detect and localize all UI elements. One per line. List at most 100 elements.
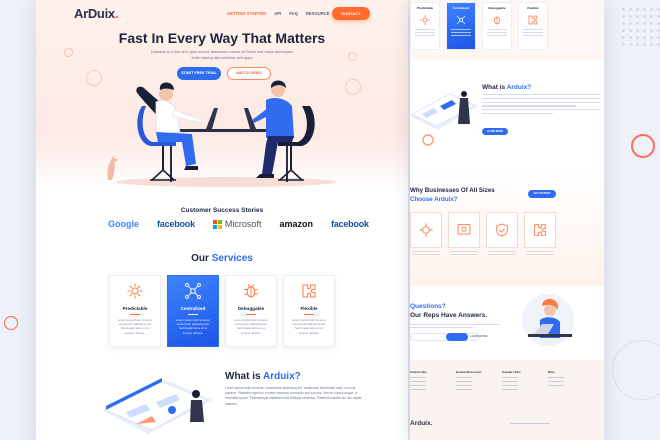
get-started-button[interactable]: GET STARTED [528,190,556,198]
footer-col-heading: Popular Links [502,370,521,374]
footer-logo[interactable]: Arduix. [410,420,432,427]
bug-icon [244,283,258,298]
nav-item-getting-started[interactable]: GETTING STARTED [227,11,266,16]
service-card-debuggable[interactable]: Debuggable [482,2,512,50]
what-title-accent: Arduix? [262,371,301,382]
service-card-centralized[interactable]: Centralized Lorem ipsum dolor sit amet, … [167,275,219,347]
placeholder-text [487,29,507,36]
customer-logos: Google facebook Microsoft amazon faceboo… [108,219,369,229]
landing-page-left: ArDuix. GETTING STARTED API FAQ RESOURCE… [36,0,408,440]
service-card-title: Flexible [527,6,539,10]
dashboard-illustration [102,378,212,434]
why-title-accent: Choose Arduix? [410,196,458,203]
questions-line2: Our Reps Have Answers. [410,312,488,319]
service-card-desc: Lorem ipsum dolor sit amet, consectetur … [117,318,153,335]
why-title-line1: Why Businesses Of All Sizes [410,187,495,194]
dashboard-illustration [410,91,478,146]
nav-item-api[interactable]: API [274,11,281,16]
service-card-title: Centralized [180,306,206,311]
microsoft-logo-text: Microsoft [224,219,262,229]
services-cards: Predictable Lorem ipsum dolor sit amet, … [109,275,335,347]
gear-icon [420,15,430,25]
placeholder-text [523,29,543,36]
puzzle-icon [528,15,538,25]
bug-icon [494,16,500,25]
why-feature-item [448,212,480,255]
main-nav: GETTING STARTED API FAQ RESOURCE [227,11,330,16]
placeholder-text [415,29,435,36]
learn-more-link[interactable]: LEARN MORE [470,335,487,338]
questions-title: Questions? Our Reps Have Answers. [410,302,487,320]
what-title-main: What is [225,371,263,382]
nav-item-faq[interactable]: FAQ [289,11,298,16]
subscribe-button[interactable] [446,333,468,341]
footer-col-heading: General Resources [456,370,482,374]
why-feature-item [410,212,442,255]
service-card-predictable[interactable]: Predictable [410,2,440,50]
service-card-title: Centralized [452,6,470,10]
background-ring [631,134,655,158]
service-card-title: Debuggable [237,306,265,311]
nav-item-resource[interactable]: RESOURCE [306,11,330,16]
service-card-predictable[interactable]: Predictable Lorem ipsum dolor sit amet, … [109,275,161,347]
service-card-debuggable[interactable]: Debuggable Lorem ipsum dolor sit amet, c… [225,275,277,347]
hero-ring [348,52,357,61]
service-card-desc: Lorem ipsum dolor sit amet, consectetur … [291,318,327,335]
services-cards-small: Predictable Centralized Debuggable Flexi… [410,2,548,50]
placeholder-text [451,29,471,36]
footer-columns: Useful Links General Resources Popular L… [410,370,580,393]
footer-col: More [548,370,580,393]
what-title-main: What is [482,84,507,91]
search-icon [457,224,471,235]
background-ring [612,340,660,400]
amazon-logo: amazon [279,219,313,229]
gear-icon [419,223,433,237]
microsoft-logo: Microsoft [212,219,262,229]
services-title: Our Services [36,253,408,264]
service-card-desc: Lorem ipsum dolor sit amet, consectetur … [233,318,269,335]
network-icon [456,15,466,25]
what-is-body: Lorem ipsum dolor sit amet, consectetur … [225,386,363,406]
microsoft-icon [212,219,222,229]
service-card-flexible[interactable]: Flexible Lorem ipsum dolor sit amet, con… [283,275,335,347]
footer-col-heading: More [548,370,555,374]
copyright-text [510,423,550,424]
divider [130,314,140,315]
footer-col-heading: Useful Links [410,370,427,374]
site-logo[interactable]: ArDuix. [74,6,118,21]
hero-subtitle: Dataduix is a free and open source frame… [150,50,294,60]
service-card-title: Flexible [300,306,318,311]
contact-button[interactable]: CONTACT [332,7,370,20]
what-is-title: What is Arduix? [482,84,531,91]
service-card-flexible[interactable]: Flexible [518,2,548,50]
landing-page-right: Predictable Centralized Debuggable Flexi… [410,0,604,440]
background-ring [4,316,18,330]
background-dots [620,6,660,46]
hero-illustration [107,80,336,187]
network-icon [185,283,201,299]
why-feature-item [524,212,556,255]
service-card-title: Debuggable [488,6,506,10]
footer-col: Useful Links [410,370,442,393]
service-card-centralized[interactable]: Centralized [446,2,476,50]
puzzle-icon [302,284,316,298]
hero-title: Fast In Every Way That Matters [118,30,326,46]
hero-ring [86,70,102,86]
facebook-logo: facebook [157,219,195,229]
learn-more-button[interactable]: LEARN MORE [482,128,508,135]
divider [188,314,198,315]
service-card-title: Predictable [416,6,434,10]
puzzle-icon [534,224,546,236]
placeholder-text [410,324,500,331]
google-logo: Google [108,219,139,229]
support-illustration [522,294,574,346]
questions-accent: Questions? [410,303,446,310]
logo-text: ArDuix [74,6,115,21]
hero-ring [64,48,73,57]
divider [304,314,314,315]
services-title-main: Our [191,253,212,264]
hero-ring [345,79,361,95]
placeholder-text [482,94,600,117]
what-title-accent: Arduix? [506,84,532,91]
why-feature-item [486,212,518,255]
